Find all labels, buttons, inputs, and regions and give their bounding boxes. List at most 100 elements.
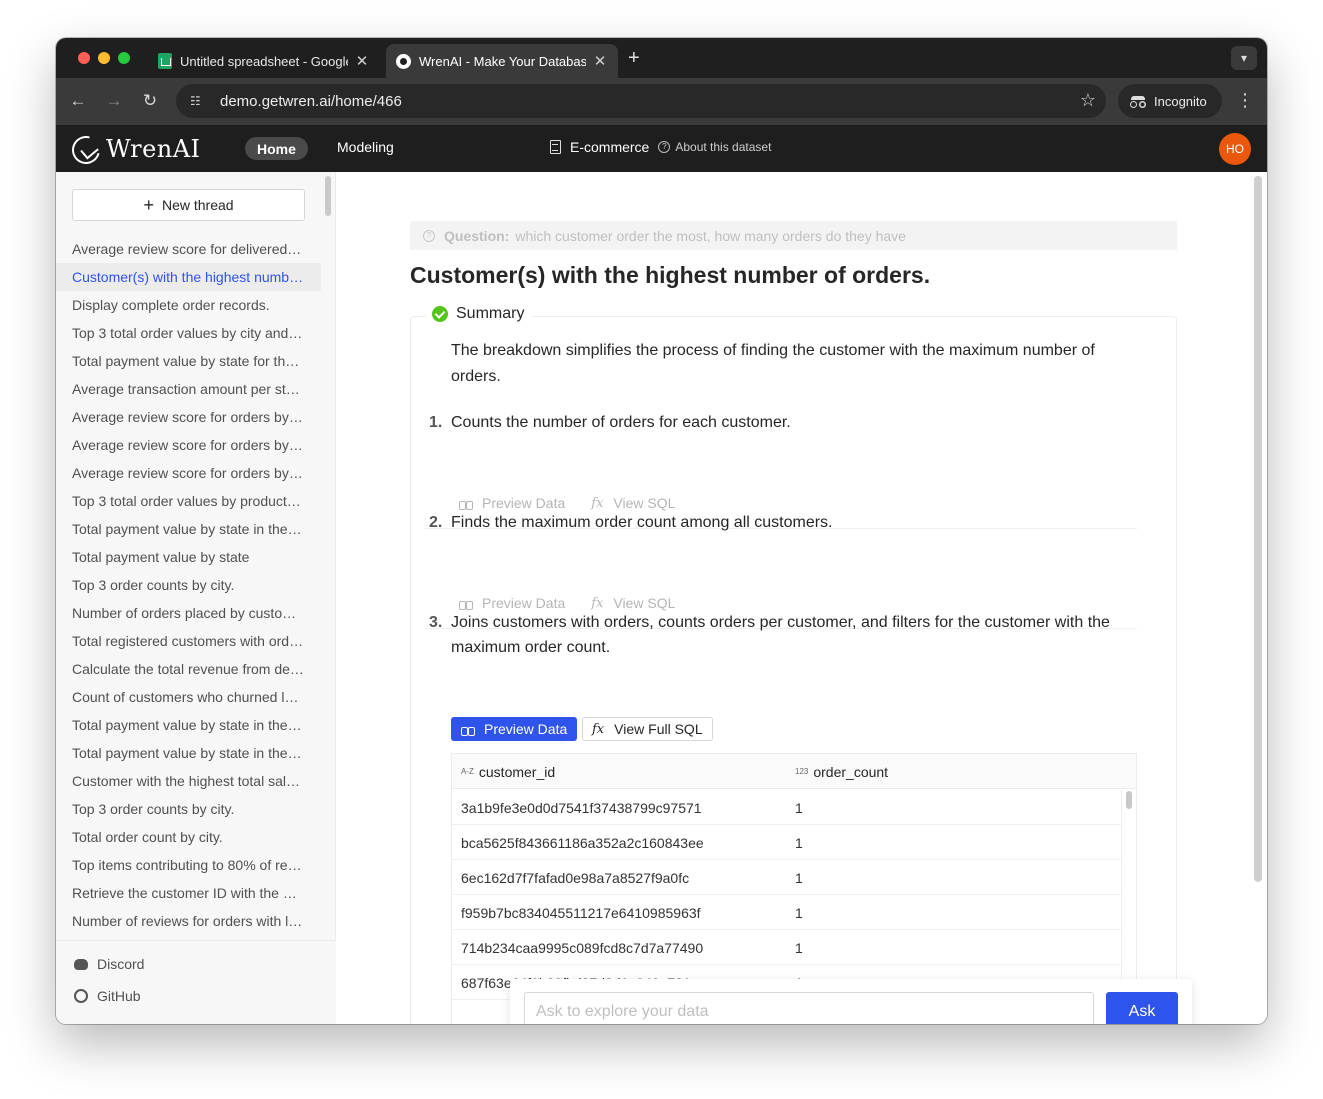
wrenai-favicon-icon [396, 53, 411, 69]
thread-label: Number of orders placed by customers per… [72, 605, 304, 621]
thread-item[interactable]: Total payment value by state in the last… [56, 739, 321, 767]
thread-item[interactable]: Customer with the highest total sales va… [56, 767, 321, 795]
column-header-customer-id[interactable]: A-Z customer_id [461, 754, 555, 789]
thread-item[interactable]: Average review score for delivered order… [56, 235, 321, 263]
back-button[interactable]: ← [66, 89, 90, 113]
table-row: bca5625f843661186a352a2c160843ee 1 [452, 825, 1122, 860]
tab-google-sheets[interactable]: Untitled spreadsheet - Google Sheets ✕ [148, 44, 380, 78]
close-tab-icon[interactable]: ✕ [354, 52, 370, 70]
thread-item[interactable]: Top 3 order counts by city. [56, 571, 321, 599]
thread-label: Total payment value by state [72, 549, 250, 565]
question-circle-icon: ? [423, 229, 435, 242]
ask-input[interactable] [524, 992, 1094, 1024]
step-3: 3. Joins customers with orders, counts o… [429, 610, 1149, 660]
preview-data-button[interactable]: Preview Data [459, 595, 565, 611]
ask-bar: Ask [510, 979, 1192, 1024]
main-content: ? Question: which customer order the mos… [337, 172, 1267, 1024]
thread-item[interactable]: Average transaction amount per state [56, 375, 321, 403]
thread-item[interactable]: Top 3 total order values by product cate… [56, 487, 321, 515]
new-thread-button[interactable]: + New thread [72, 189, 305, 221]
answer-title: Customer(s) with the highest number of o… [410, 262, 931, 288]
incognito-label: Incognito [1154, 93, 1207, 109]
column-header-order-count[interactable]: 123 order_count [795, 754, 888, 789]
thread-item[interactable]: Number of reviews for orders with low sc… [56, 907, 321, 935]
thread-item[interactable]: Total payment value by state in the last… [56, 711, 321, 739]
thread-item[interactable]: Total payment value by state for the las… [56, 347, 321, 375]
main-scrollbar[interactable] [1254, 176, 1262, 882]
thread-label: Total order count by city. [72, 829, 223, 845]
thread-item[interactable]: Average review score for orders by selle… [56, 431, 321, 459]
new-thread-label: New thread [161, 197, 234, 213]
step-2-actions: Preview Data fx View SQL [459, 595, 701, 611]
nav-home[interactable]: Home [245, 137, 308, 160]
avatar[interactable]: HO [1219, 133, 1251, 165]
close-tab-icon[interactable]: ✕ [592, 52, 608, 70]
dataset-name: E-commerce [570, 139, 650, 155]
new-tab-button[interactable]: + [628, 47, 640, 70]
browser-toolbar: ← → ↻ ☷ demo.getwren.ai/home/466 ☆ Incog… [56, 78, 1267, 125]
ask-button[interactable]: Ask [1106, 992, 1178, 1024]
cell-order-count: 1 [795, 799, 803, 816]
thread-label: Total payment value by state in the last… [72, 521, 304, 537]
thread-item[interactable]: Calculate the total revenue from deliver… [56, 655, 321, 683]
step-1: 1. Counts the number of orders for each … [429, 410, 1149, 435]
github-icon [74, 989, 88, 1003]
bookmark-star-icon[interactable]: ☆ [1080, 90, 1096, 111]
view-sql-button[interactable]: fx View SQL [591, 595, 675, 611]
thread-item[interactable]: Total payment value by state in the last… [56, 515, 321, 543]
preview-data-button-active[interactable]: Preview Data [451, 717, 578, 741]
thread-item[interactable]: Top items contributing to 80% of revenue [56, 851, 321, 879]
function-icon: fx [591, 595, 604, 611]
tab-title: Untitled spreadsheet - Google Sheets [180, 53, 348, 69]
column-name: order_count [813, 763, 889, 780]
thread-item[interactable]: Total order count by city. [56, 823, 321, 851]
about-dataset-link[interactable]: ? About this dataset [658, 140, 771, 154]
thread-item[interactable]: Display complete order records. [56, 291, 321, 319]
thread-item[interactable]: Top 3 order counts by city. [56, 795, 321, 823]
wrenai-logo[interactable]: WrenAI [70, 133, 201, 165]
incognito-indicator[interactable]: Incognito [1118, 84, 1222, 118]
thread-label: Average review score for orders by month [72, 465, 304, 481]
thread-item[interactable]: Total payment value by state [56, 543, 321, 571]
reload-button[interactable]: ↻ [138, 89, 162, 113]
nav-modeling[interactable]: Modeling [337, 139, 394, 155]
tab-search-button[interactable]: ▾ [1231, 46, 1257, 70]
browser-window: Untitled spreadsheet - Google Sheets ✕ W… [56, 38, 1267, 1024]
view-full-sql-button[interactable]: fx View Full SQL [582, 717, 713, 741]
step-2: 2. Finds the maximum order count among a… [429, 510, 1149, 535]
thread-item[interactable]: Average review score for orders by month [56, 459, 321, 487]
site-settings-icon[interactable]: ☷ [190, 94, 206, 108]
thread-item[interactable]: Average review score for orders by categ… [56, 403, 321, 431]
thread-item[interactable]: Total registered customers with orders [56, 627, 321, 655]
incognito-icon [1130, 96, 1146, 108]
browser-menu-icon[interactable]: ⋮ [1236, 90, 1254, 111]
thread-label: Total payment value by state in the last… [72, 717, 304, 733]
minimize-window-button[interactable] [98, 52, 110, 64]
binoculars-icon [459, 598, 473, 610]
view-sql-button[interactable]: fx View SQL [591, 495, 675, 511]
thread-label: Top items contributing to 80% of revenue [72, 857, 304, 873]
step-1-actions: Preview Data fx View SQL [459, 495, 701, 511]
close-window-button[interactable] [78, 52, 90, 64]
thread-item[interactable]: Number of orders placed by customers per… [56, 599, 321, 627]
logo-text: WrenAI [106, 135, 201, 163]
thread-item[interactable]: Customer(s) with the highest number of o… [56, 263, 321, 291]
thread-item[interactable]: Top 3 total order values by city and sta… [56, 319, 321, 347]
thread-item[interactable]: Retrieve the customer ID with the most o… [56, 879, 321, 907]
sidebar-scrollbar[interactable] [325, 176, 331, 216]
function-icon: fx [591, 495, 604, 511]
thread-label: Count of customers who churned last year [72, 689, 304, 705]
preview-data-label: Preview Data [482, 495, 566, 511]
thread-label: Retrieve the customer ID with the most o… [72, 885, 304, 901]
forward-button[interactable]: → [102, 89, 126, 113]
address-bar[interactable]: ☷ demo.getwren.ai/home/466 ☆ [176, 84, 1106, 118]
thread-item[interactable]: Count of customers who churned last year [56, 683, 321, 711]
reload-icon: ↻ [142, 91, 158, 110]
discord-link[interactable]: Discord [74, 956, 144, 972]
preview-data-button[interactable]: Preview Data [459, 495, 565, 511]
sidebar: + New thread Average review score for de… [56, 172, 336, 1024]
tab-wrenai[interactable]: WrenAI - Make Your Database RAG-Ready ✕ [386, 44, 618, 78]
thread-list: Average review score for delivered order… [56, 235, 321, 935]
maximize-window-button[interactable] [118, 52, 130, 64]
github-link[interactable]: GitHub [74, 988, 141, 1004]
